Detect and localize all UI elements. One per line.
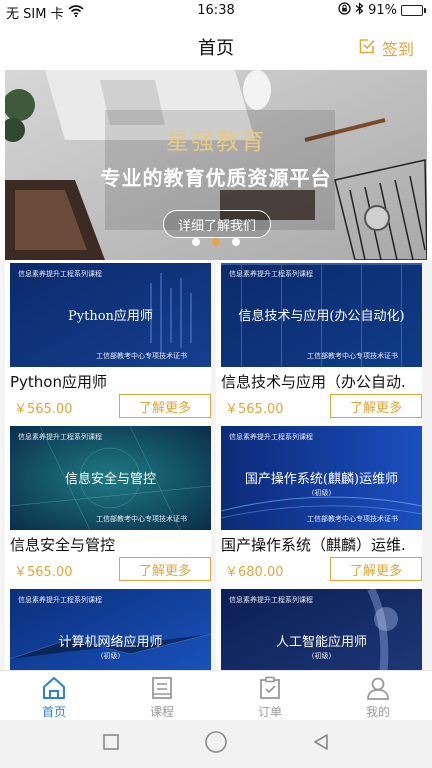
- bottom-tab-bar: 首页 课程 订单 我的: [0, 670, 432, 720]
- course-card[interactable]: 信息素养提升工程系列课程 信息技术与应用(办公自动化) 工信部教考中心专项技术证…: [216, 260, 422, 423]
- user-icon: [367, 677, 389, 700]
- promo-banner[interactable]: 星强教育 专业的教育优质资源平台 详细了解我们: [5, 70, 427, 260]
- tab-home-label: 首页: [41, 705, 66, 719]
- course-card[interactable]: 信息素养提升工程系列课程 Python应用师 工信部教考中心专项技术证书 Pyt…: [5, 260, 211, 423]
- course-level: (初级): [100, 652, 121, 660]
- course-series: 信息素养提升工程系列课程: [18, 433, 102, 441]
- course-name[interactable]: 信息技术与应用（办公自动.: [221, 371, 421, 392]
- course-level: (初级): [311, 652, 332, 660]
- tab-orders-label: 订单: [257, 705, 282, 719]
- lock-rotation-icon: [338, 2, 351, 19]
- book-icon: [152, 677, 172, 699]
- course-price: ￥565.00: [14, 402, 73, 417]
- course-name[interactable]: 信息安全与管控: [10, 534, 210, 555]
- course-thumb-title: Python应用师: [68, 309, 153, 324]
- course-grid: 信息素养提升工程系列课程 Python应用师 工信部教考中心专项技术证书 Pyt…: [0, 260, 432, 670]
- carousel-dot[interactable]: [232, 238, 240, 246]
- course-thumbnail[interactable]: 信息素养提升工程系列课程 Python应用师 工信部教考中心专项技术证书: [10, 263, 211, 367]
- course-cert: 工信部教考中心专项技术证书: [307, 352, 398, 360]
- recents-icon[interactable]: [101, 732, 121, 756]
- course-price: ￥680.00: [225, 565, 284, 580]
- clipboard-icon: [260, 676, 280, 699]
- checkin-icon: [358, 37, 376, 59]
- tab-home[interactable]: 首页: [0, 671, 108, 720]
- course-series: 信息素养提升工程系列课程: [18, 596, 102, 604]
- course-thumb-title: 信息技术与应用(办公自动化): [238, 309, 405, 324]
- nav-bar: 首页 签到: [0, 22, 432, 70]
- carousel-dot[interactable]: [192, 238, 200, 246]
- course-thumb-title: 计算机网络应用师: [58, 635, 163, 650]
- course-thumbnail[interactable]: 信息素养提升工程系列课程 人工智能应用师 (初级): [221, 589, 422, 670]
- course-card[interactable]: 信息素养提升工程系列课程 国产操作系统(麒麟)运维师 (初级) 工信部教考中心专…: [216, 423, 422, 586]
- learn-more-button[interactable]: 了解更多: [119, 557, 211, 581]
- battery-percent: 91%: [368, 3, 397, 18]
- bluetooth-icon: [355, 2, 364, 19]
- course-series: 信息素养提升工程系列课程: [229, 433, 313, 441]
- home-button-icon[interactable]: [204, 730, 228, 758]
- course-thumb-title: 国产操作系统(麒麟)运维师: [244, 472, 399, 487]
- course-thumbnail[interactable]: 信息素养提升工程系列课程 计算机网络应用师 (初级): [10, 589, 211, 670]
- tab-orders[interactable]: 订单: [216, 671, 324, 720]
- banner-slogan: 专业的教育优质资源平台: [100, 166, 332, 190]
- status-bar: 无 SIM 卡 16:38 91%: [0, 0, 432, 22]
- tab-profile-label: 我的: [365, 705, 390, 719]
- course-thumb-title: 人工智能应用师: [275, 635, 367, 650]
- banner-brand: 星强教育: [166, 129, 266, 155]
- course-price: ￥565.00: [14, 565, 73, 580]
- course-thumbnail[interactable]: 信息素养提升工程系列课程 国产操作系统(麒麟)运维师 (初级) 工信部教考中心专…: [221, 426, 422, 530]
- course-series: 信息素养提升工程系列课程: [18, 270, 102, 278]
- course-thumbnail[interactable]: 信息素养提升工程系列课程 信息技术与应用(办公自动化) 工信部教考中心专项技术证…: [221, 263, 422, 367]
- battery-icon: [401, 5, 426, 16]
- carousel-dots: [5, 238, 427, 246]
- learn-more-button[interactable]: 了解更多: [330, 394, 422, 418]
- checkin-label: 签到: [381, 40, 414, 59]
- learn-more-button[interactable]: 了解更多: [330, 557, 422, 581]
- course-thumbnail[interactable]: 信息素养提升工程系列课程 信息安全与管控 工信部教考中心专项技术证书: [10, 426, 211, 530]
- course-cert: 工信部教考中心专项技术证书: [96, 515, 187, 523]
- home-icon: [43, 677, 65, 699]
- course-card[interactable]: 信息素养提升工程系列课程 人工智能应用师 (初级): [216, 586, 422, 670]
- course-level: (初级): [311, 489, 332, 497]
- tab-profile[interactable]: 我的: [324, 671, 432, 720]
- course-price: ￥565.00: [225, 402, 284, 417]
- back-icon[interactable]: [311, 732, 331, 756]
- tab-courses[interactable]: 课程: [108, 671, 216, 720]
- status-right: 91%: [338, 2, 426, 19]
- course-thumb-title: 信息安全与管控: [64, 472, 156, 487]
- course-name[interactable]: Python应用师: [10, 371, 210, 392]
- carousel-dot-active[interactable]: [212, 238, 220, 246]
- course-card[interactable]: 信息素养提升工程系列课程 信息安全与管控 工信部教考中心专项技术证书 信息安全与…: [5, 423, 211, 586]
- course-series: 信息素养提升工程系列课程: [229, 270, 313, 278]
- course-cert: 工信部教考中心专项技术证书: [307, 515, 398, 523]
- tab-courses-label: 课程: [149, 705, 174, 719]
- checkin-button[interactable]: 签到: [358, 36, 414, 60]
- learn-about-us-button[interactable]: 详细了解我们: [163, 210, 271, 238]
- course-series: 信息素养提升工程系列课程: [229, 596, 313, 604]
- system-nav-bar: [0, 720, 432, 768]
- app-screen: 无 SIM 卡 16:38 91% 首页 签到 星强教育 专业的教育优质资源平台…: [0, 0, 432, 768]
- course-cert: 工信部教考中心专项技术证书: [96, 352, 187, 360]
- course-name[interactable]: 国产操作系统（麒麟）运维.: [221, 534, 421, 555]
- learn-more-button[interactable]: 了解更多: [119, 394, 211, 418]
- course-card[interactable]: 信息素养提升工程系列课程 计算机网络应用师 (初级): [5, 586, 211, 670]
